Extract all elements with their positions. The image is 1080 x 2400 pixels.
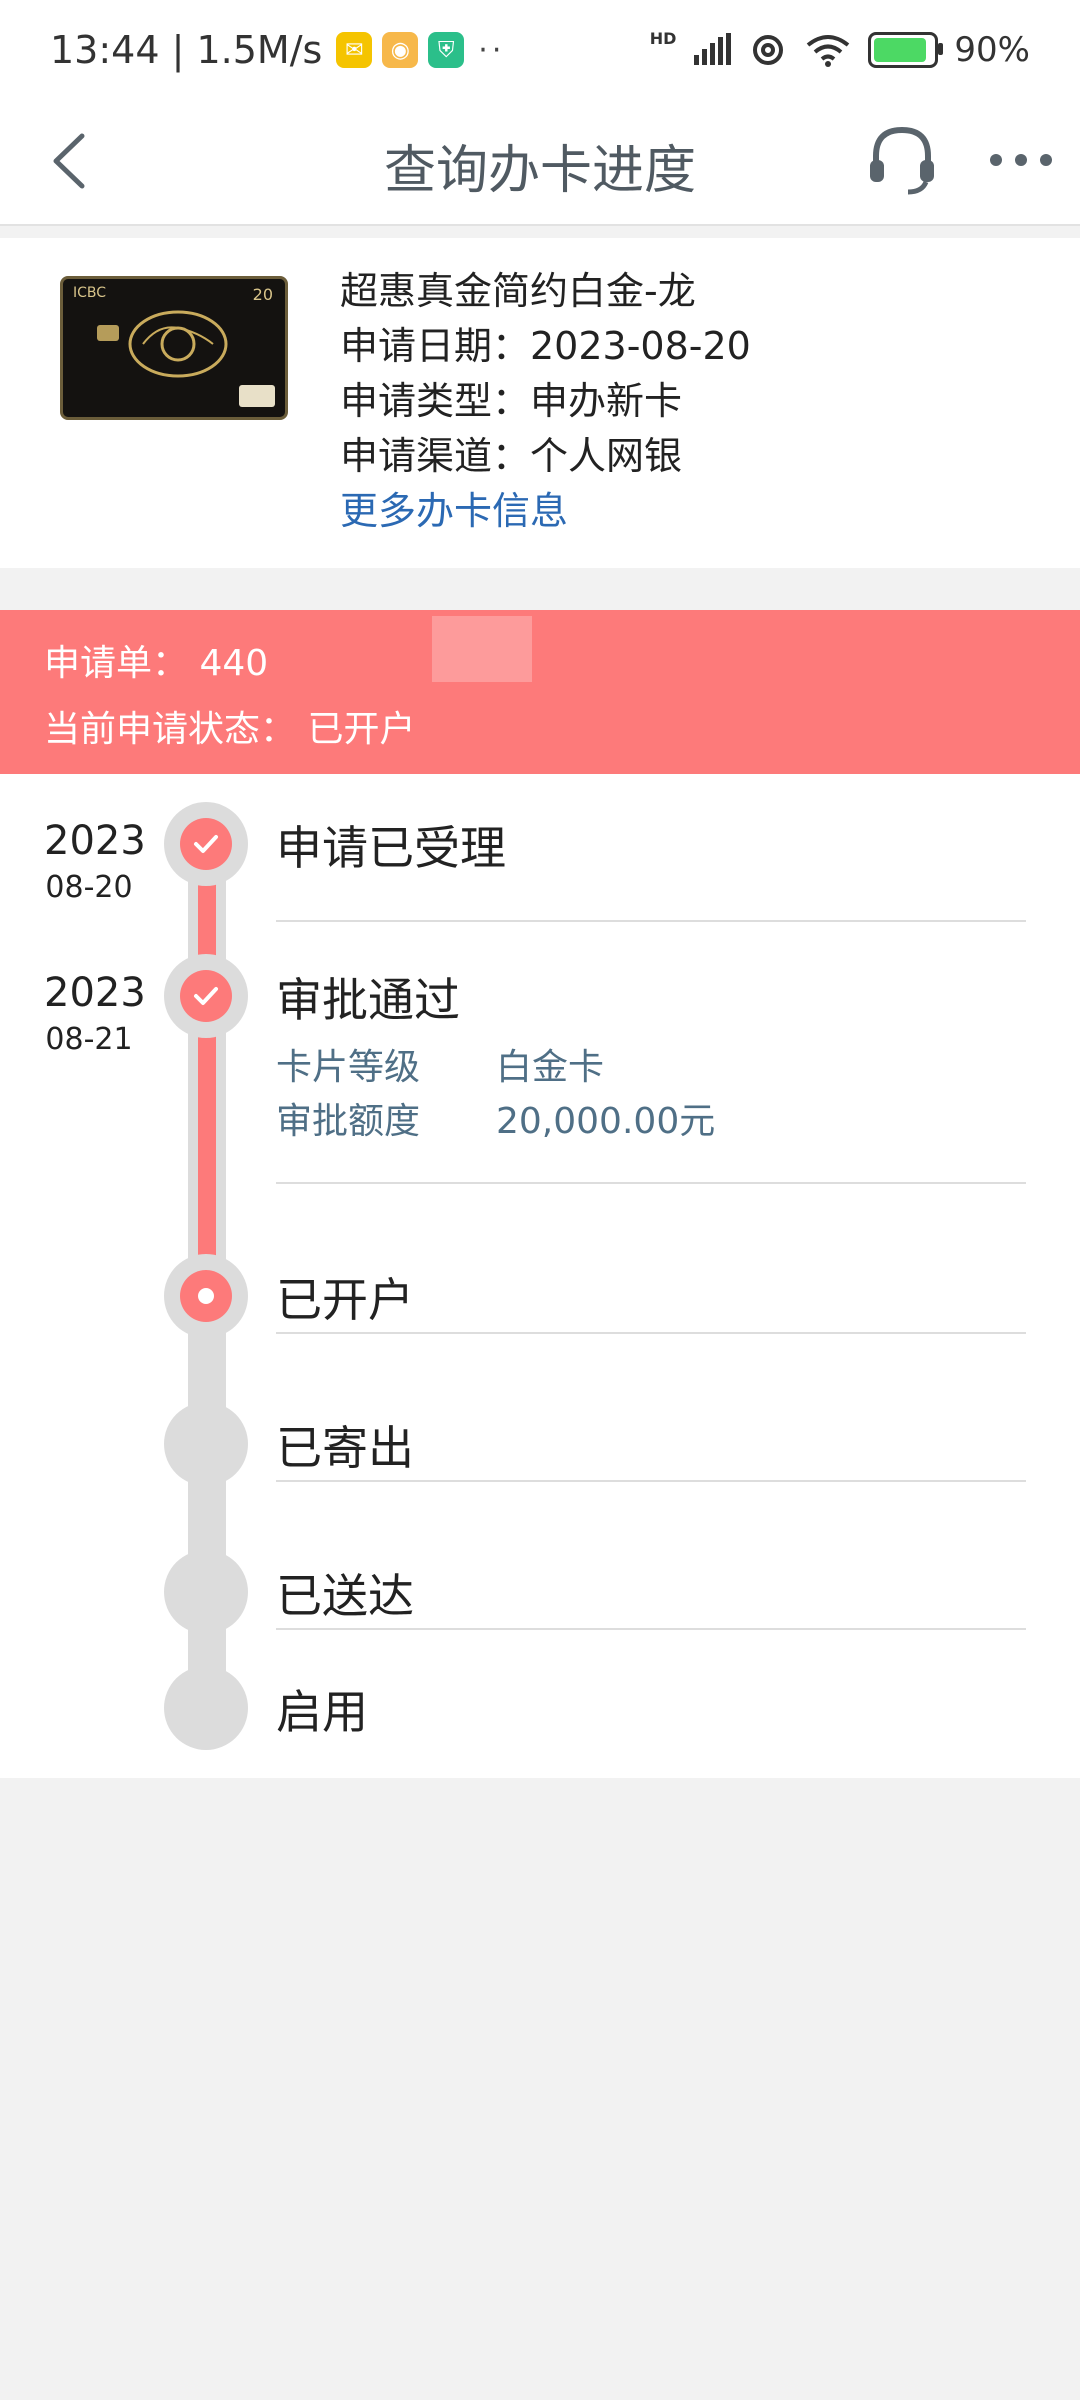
current-dot-icon xyxy=(198,1288,214,1304)
step-5-title: 已送达 xyxy=(276,1569,414,1623)
step-divider xyxy=(276,1480,1026,1482)
step-3-title: 已开户 xyxy=(276,1273,414,1327)
status-right: HD 90% xyxy=(649,28,1030,71)
application-number-label: 申请单： xyxy=(44,643,189,684)
redaction-block xyxy=(432,616,532,682)
step-2-title: 审批通过 xyxy=(276,973,460,1027)
credit-limit-value: 20,000.00元 xyxy=(496,1101,716,1142)
step-1-date: 08-20 xyxy=(45,870,133,905)
apply-date: 申请日期：2023-08-20 xyxy=(340,324,751,368)
battery-percent: 90% xyxy=(954,30,1030,70)
credit-limit-label: 审批额度 xyxy=(276,1101,421,1142)
step-4-title: 已寄出 xyxy=(276,1421,414,1475)
more-icon[interactable] xyxy=(986,130,1056,190)
step-4-node xyxy=(164,1402,248,1486)
weibo-app-icon: ◉ xyxy=(382,32,419,68)
step-6-title: 启用 xyxy=(276,1685,368,1739)
mail-app-icon: ✉ xyxy=(336,32,373,68)
card-level-label: 卡片等级 xyxy=(276,1047,421,1088)
step-divider xyxy=(276,920,1026,922)
step-2-year: 2023 xyxy=(44,970,146,1016)
card-name: 超惠真金简约白金-龙 xyxy=(340,269,696,313)
step-1-title: 申请已受理 xyxy=(276,821,506,875)
status-bar: 13:44 | 1.5M/s ✉ ◉ ⛨ ·· HD 90% xyxy=(0,0,1080,100)
card-level-value: 白金卡 xyxy=(496,1047,605,1088)
hd-label: HD xyxy=(649,28,677,48)
credit-limit-row: 审批额度 20,000.00元 xyxy=(276,1092,715,1144)
battery-icon xyxy=(868,32,944,68)
card-info-panel: ICBC 20 超惠真金简约白金-龙 申请日期：2023-08-20 申请类型：… xyxy=(0,238,1080,568)
shield-app-icon: ⛨ xyxy=(428,32,465,68)
current-status-label: 当前申请状态： xyxy=(44,709,297,750)
application-number-row: 申请单： 440 xyxy=(44,634,268,686)
more-notifications-icon: ·· xyxy=(478,32,506,68)
step-6-node xyxy=(164,1666,248,1750)
application-number-value: 440 xyxy=(199,643,269,684)
progress-timeline: 2023 08-20 申请已受理 2023 08-21 审批通过 卡片等级 白金… xyxy=(0,774,1080,1778)
card-details: 超惠真金简约白金-龙 申请日期：2023-08-20 申请类型：申办新卡 申请渠… xyxy=(340,264,751,539)
card-level-row: 卡片等级 白金卡 xyxy=(276,1038,604,1090)
check-icon xyxy=(194,835,218,853)
signal-icon xyxy=(694,33,732,65)
wifi-icon xyxy=(807,35,850,67)
step-divider xyxy=(276,1182,1026,1184)
card-chip-icon xyxy=(97,325,119,341)
time-and-speed: 13:44 | 1.5M/s xyxy=(50,28,323,72)
card-badge-label: 20 xyxy=(252,285,273,304)
dragon-emblem-icon xyxy=(128,310,228,378)
step-2-node xyxy=(164,954,248,1038)
step-1-year: 2023 xyxy=(44,818,146,864)
status-left: 13:44 | 1.5M/s ✉ ◉ ⛨ ·· xyxy=(50,28,505,72)
current-status-row: 当前申请状态： 已开户 xyxy=(44,700,415,752)
nav-bar: 查询办卡进度 xyxy=(0,100,1080,226)
step-5-node xyxy=(164,1550,248,1634)
current-status-value: 已开户 xyxy=(307,709,416,750)
card-image: ICBC 20 xyxy=(60,276,288,420)
application-status-banner: 申请单： 440 当前申请状态： 已开户 xyxy=(0,610,1080,774)
step-divider xyxy=(276,1332,1026,1334)
apply-channel: 申请渠道：个人网银 xyxy=(340,434,683,478)
step-2-date: 08-21 xyxy=(45,1022,133,1057)
step-1-node xyxy=(164,802,248,886)
step-divider xyxy=(276,1628,1026,1630)
unionpay-logo-icon xyxy=(239,385,275,407)
more-card-info-link[interactable]: 更多办卡信息 xyxy=(340,484,751,539)
check-icon xyxy=(194,987,218,1005)
card-brand-label: ICBC xyxy=(73,285,107,301)
hotspot-icon xyxy=(753,35,784,65)
apply-type: 申请类型：申办新卡 xyxy=(340,379,683,423)
customer-service-icon[interactable] xyxy=(862,120,942,200)
step-3-node xyxy=(164,1254,248,1338)
